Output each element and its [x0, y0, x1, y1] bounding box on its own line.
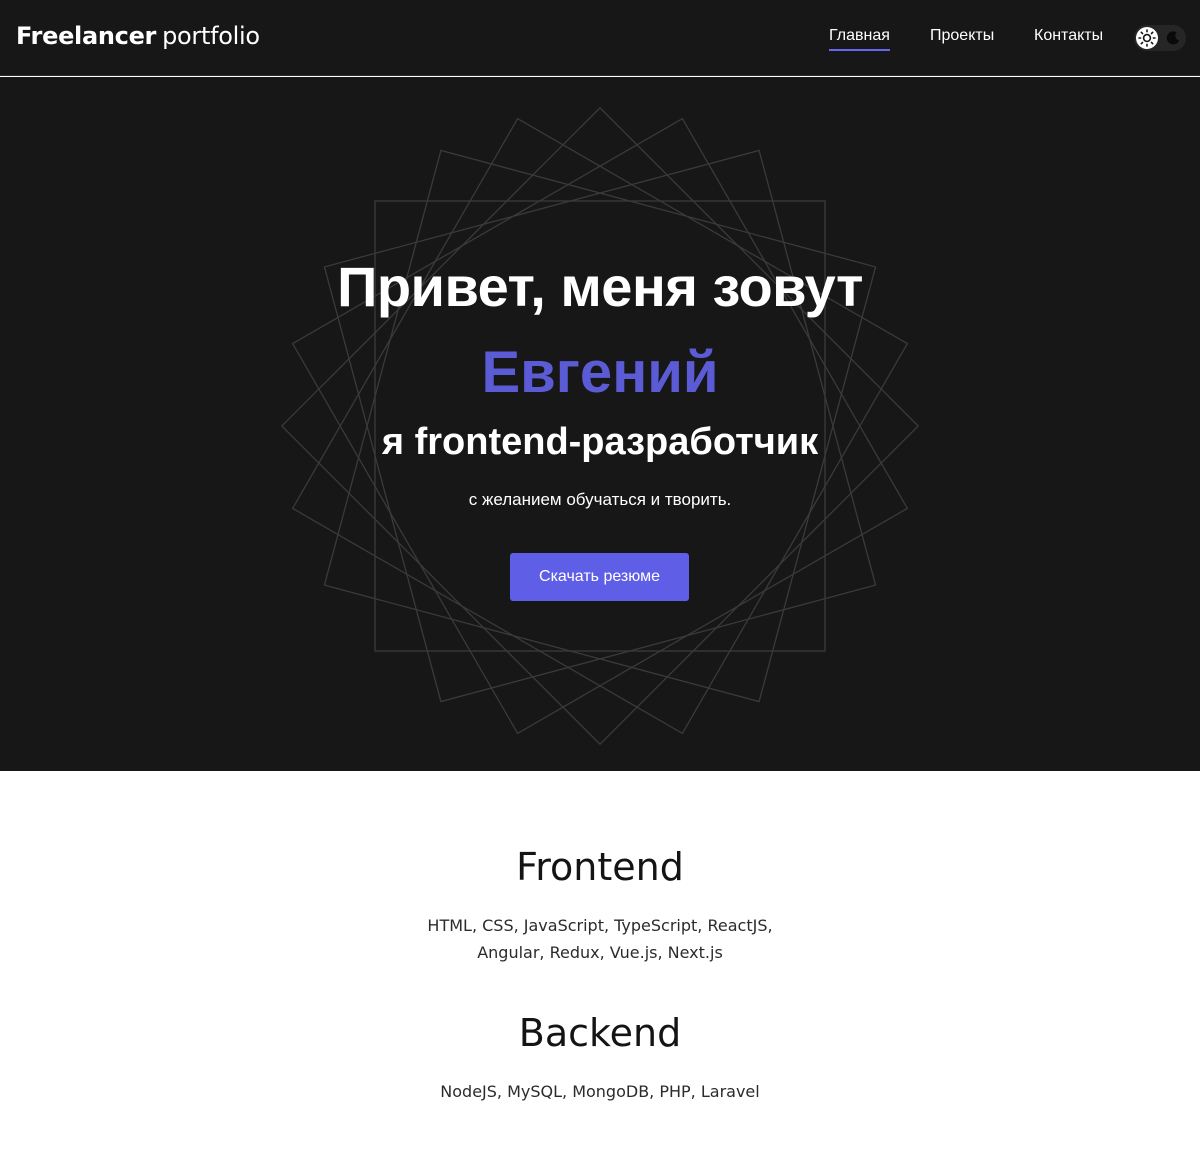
frontend-skill-list: HTML, CSS, JavaScript, TypeScript, React… — [0, 912, 1200, 966]
backend-title: Backend — [518, 1011, 682, 1055]
skills-section: Frontend HTML, CSS, JavaScript, TypeScri… — [0, 771, 1200, 1175]
frontend-skills-line: HTML, CSS, JavaScript, TypeScript, React… — [427, 916, 773, 935]
moon-icon — [1166, 31, 1180, 45]
backend-skills-line: NodeJS, MySQL, MongoDB, PHP, Laravel — [440, 1082, 760, 1101]
main-nav: Главная Проекты Контакты — [0, 27, 1200, 57]
frontend-skills-line: Angular, Redux, Vue.js, Next.js — [477, 943, 723, 962]
nav-link-home[interactable]: Главная — [829, 27, 890, 51]
hero-greeting: Привет, меня зовут — [337, 255, 863, 318]
site-header: Freelancer portfolio Главная Проекты Конт… — [0, 0, 1200, 76]
hero-tagline: с желанием обучаться и творить. — [468, 490, 732, 509]
frontend-title: Frontend — [516, 845, 684, 889]
backend-skill-list: NodeJS, MySQL, MongoDB, PHP, Laravel — [0, 1078, 1200, 1105]
theme-toggle[interactable] — [1134, 25, 1186, 51]
hero-name: Евгений — [481, 340, 719, 405]
nav-link-projects[interactable]: Проекты — [930, 27, 994, 49]
nav-link-contacts[interactable]: Контакты — [1034, 27, 1103, 49]
sun-icon — [1138, 29, 1156, 47]
download-resume-button[interactable]: Скачать резюме — [510, 553, 689, 601]
hero-section: Привет, меня зовут Евгений я frontend-ра… — [0, 77, 1200, 771]
hero-role: я frontend-разработчик — [381, 421, 819, 463]
